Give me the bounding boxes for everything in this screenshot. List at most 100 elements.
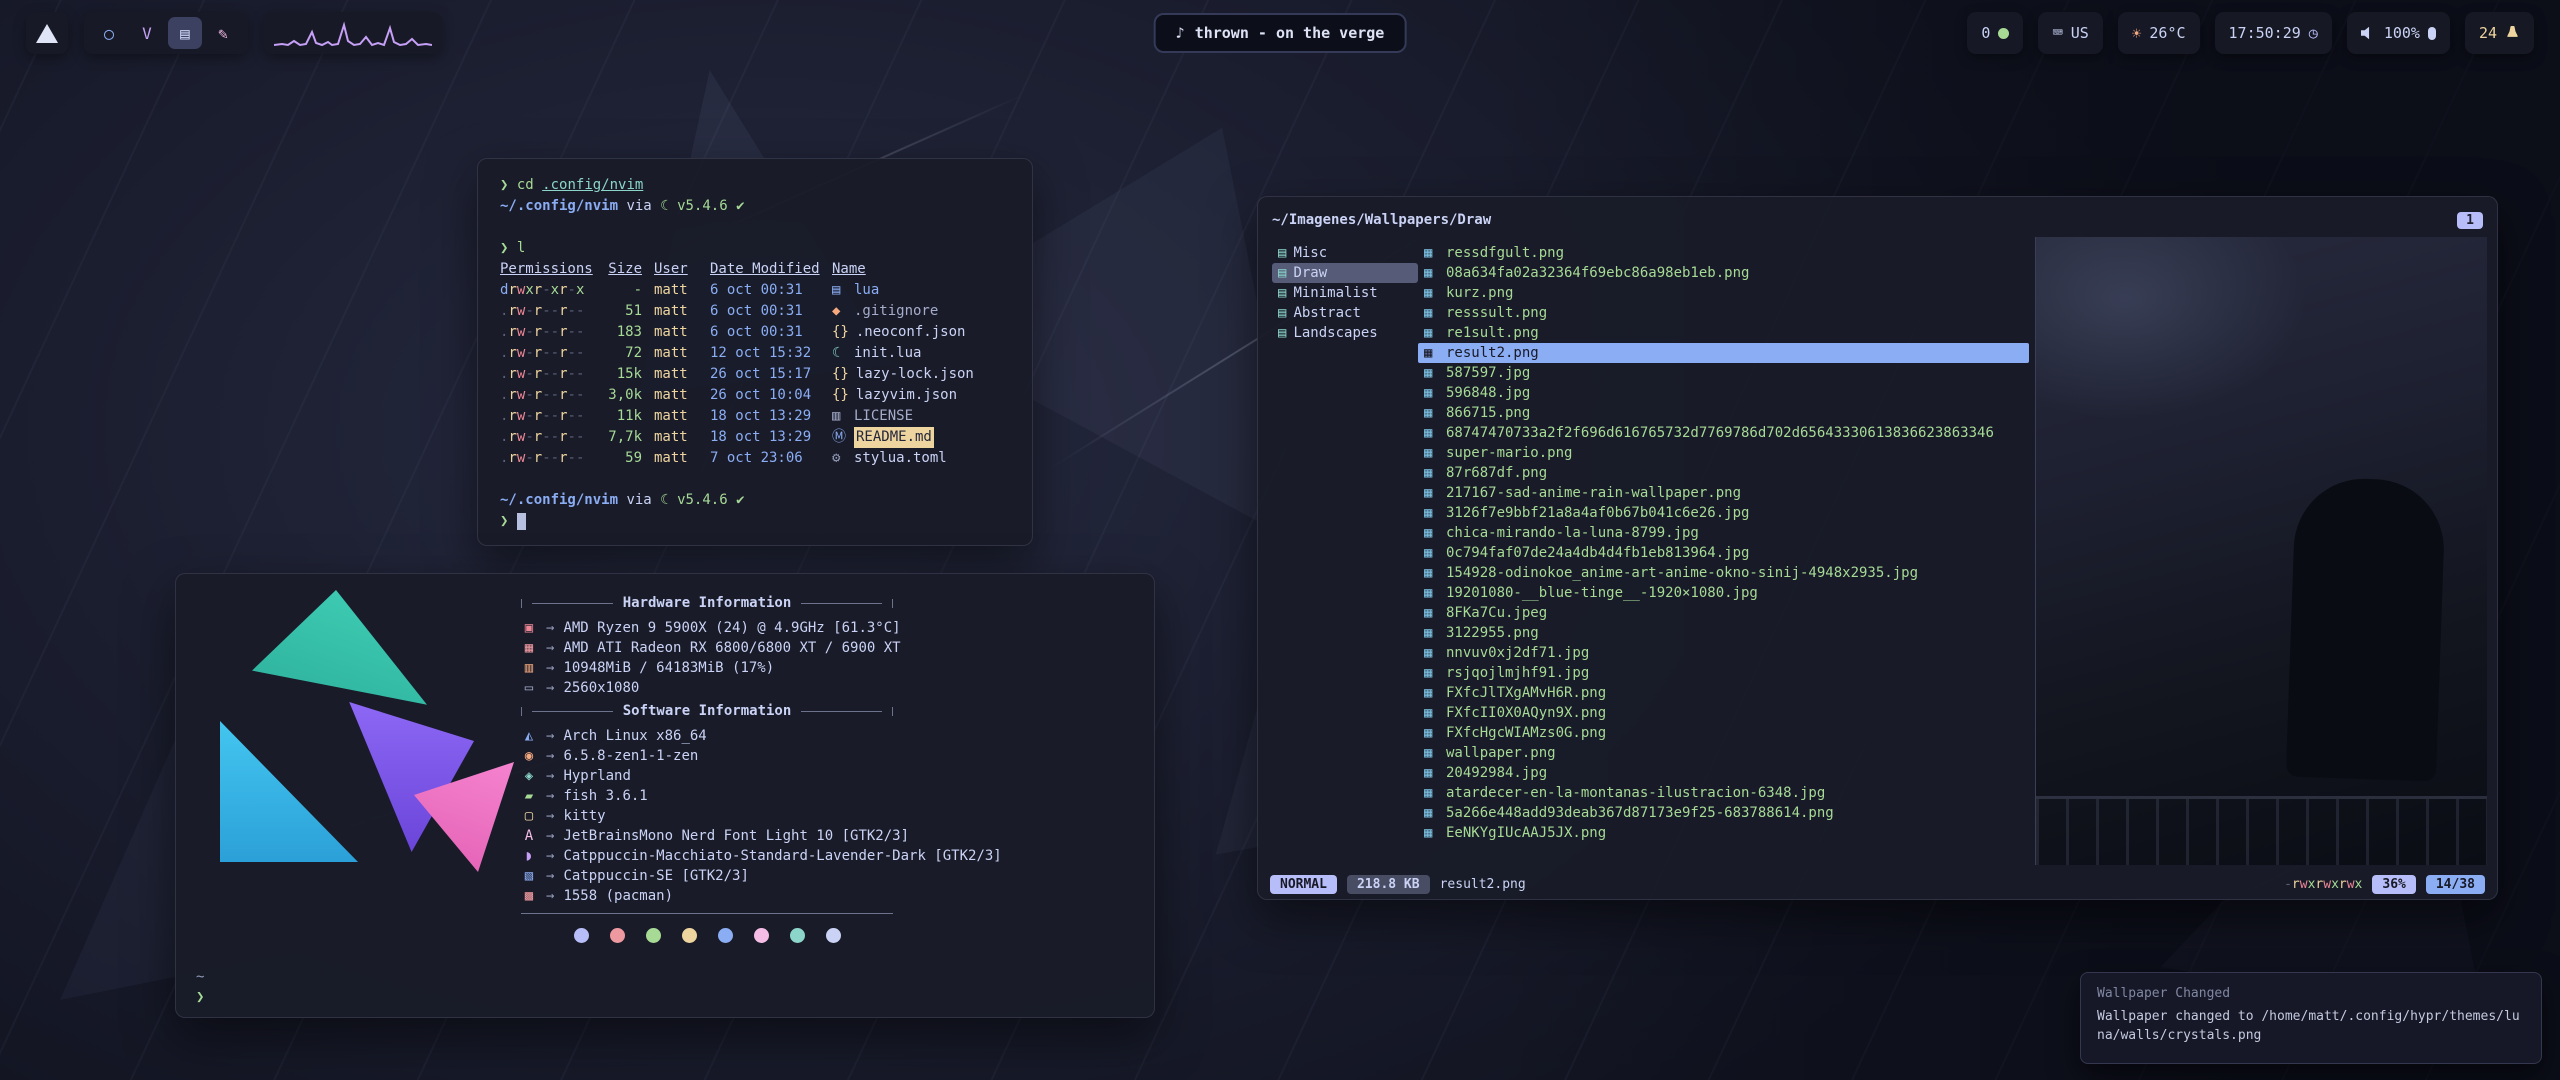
file-row[interactable]: ▦ FXfcHgcWIAMzs0G.png	[1418, 723, 2029, 743]
notifications-widget[interactable]: 24	[2465, 12, 2534, 54]
file-name: README.md	[854, 427, 934, 448]
file-type-icon: ⚙	[832, 448, 847, 469]
file-entry-row: .rw-r--r-- 15k matt 26 oct 15:17 {} lazy…	[500, 364, 1010, 385]
system-info-panel: Hardware Information ▣ → AMD Ryzen 9 590…	[521, 590, 1133, 943]
file-owner: matt	[654, 343, 698, 364]
workspace-button[interactable]: ▤	[168, 17, 202, 49]
file-row[interactable]: ▦ result2.png	[1418, 343, 2029, 363]
file-name: kurz.png	[1446, 285, 1513, 301]
hardware-icon: ▭	[521, 678, 537, 698]
file-row[interactable]: ▦ 866715.png	[1418, 403, 2029, 423]
rule	[801, 603, 882, 604]
file-row[interactable]: ▦ re1sult.png	[1418, 323, 2029, 343]
col-name: Name	[832, 259, 1010, 280]
file-name: lazyvim.json	[856, 385, 957, 406]
rule	[532, 603, 613, 604]
file-row[interactable]: ▦ 87r687df.png	[1418, 463, 2029, 483]
file-row[interactable]: ▦ kurz.png	[1418, 283, 2029, 303]
file-name: ressdfgult.png	[1446, 245, 1564, 261]
sidebar-folder-item[interactable]: ▤ Landscapes	[1272, 323, 1418, 343]
file-row[interactable]: ▦ 08a634fa02a32364f69ebc86a98eb1eb.png	[1418, 263, 2029, 283]
hardware-icon: ▣	[521, 618, 537, 638]
file-row[interactable]: ▦ 0c794faf07de24a4db4d4fb1eb813964.jpg	[1418, 543, 2029, 563]
image-file-icon: ▦	[1424, 705, 1439, 721]
file-row[interactable]: ▦ 68747470733a2f2f696d616765732d7769786d…	[1418, 423, 2029, 443]
file-name: EeNKYgIUcAAJ5JX.png	[1446, 825, 1606, 841]
file-row[interactable]: ▦ chica-mirando-la-luna-8799.jpg	[1418, 523, 2029, 543]
col-user: User	[654, 259, 698, 280]
check-icon: ✔	[736, 492, 744, 508]
app-launcher-button[interactable]	[26, 12, 68, 54]
file-owner: matt	[654, 385, 698, 406]
file-name: init.lua	[854, 343, 921, 364]
folder-name: Minimalist	[1293, 285, 1377, 301]
image-file-icon: ▦	[1424, 825, 1439, 841]
file-row[interactable]: ▦ 3126f7e9bbf21a8a4af0b67b041c6e26.jpg	[1418, 503, 2029, 523]
file-row[interactable]: ▦ 3122955.png	[1418, 623, 2029, 643]
file-row[interactable]: ▦ FXfcII0X0AQyn9X.png	[1418, 703, 2029, 723]
workspace-button[interactable]: V	[130, 17, 164, 49]
file-row[interactable]: ▦ 5a266e448add93deab367d87173e9f25-68378…	[1418, 803, 2029, 823]
updates-widget[interactable]: 0	[1967, 12, 2023, 54]
system-info-window[interactable]: Hardware Information ▣ → AMD Ryzen 9 590…	[175, 573, 1155, 1018]
bell-icon	[2505, 26, 2520, 41]
file-row[interactable]: ▦ wallpaper.png	[1418, 743, 2029, 763]
weather-widget[interactable]: ☀ 26°C	[2118, 12, 2200, 54]
workspace-button[interactable]: ✎	[206, 17, 240, 49]
file-row[interactable]: ▦ FXfcJlTXgAMvH6R.png	[1418, 683, 2029, 703]
file-row[interactable]: ▦ 19201080-__blue-tinge__-1920×1080.jpg	[1418, 583, 2029, 603]
info-value: Arch Linux x86_64	[563, 726, 706, 746]
software-icon: ▰	[521, 786, 537, 806]
sidebar-folder-item[interactable]: ▤ Abstract	[1272, 303, 1418, 323]
media-player-widget[interactable]: ♪ thrown - on the verge	[1154, 13, 1407, 53]
file-entry-row: drwxr-xr-x - matt 6 oct 00:31 ▤ lua	[500, 280, 1010, 301]
file-type-icon: {}	[832, 385, 849, 406]
file-row[interactable]: ▦ resssult.png	[1418, 303, 2029, 323]
file-row[interactable]: ▦ 596848.jpg	[1418, 383, 2029, 403]
info-value: 1558 (pacman)	[563, 886, 673, 906]
info-row: ▭ → 2560x1080	[521, 678, 1133, 698]
waveform-graph	[274, 18, 432, 48]
notification-count: 24	[2479, 24, 2497, 42]
file-row[interactable]: ▦ 154928-odinokoe_anime-art-anime-okno-s…	[1418, 563, 2029, 583]
file-name: .gitignore	[854, 301, 938, 322]
active-prompt-line[interactable]: ❯	[500, 511, 1010, 532]
file-row[interactable]: ▦ atardecer-en-la-montanas-ilustracion-6…	[1418, 783, 2029, 803]
file-type-icon: Ⓜ	[832, 427, 847, 448]
file-manager-header: ~/Imagenes/Wallpapers/Draw 1	[1258, 197, 2497, 235]
sidebar-folder-item[interactable]: ▤ Draw	[1272, 263, 1418, 283]
prompt-icon: ❯	[196, 987, 204, 1007]
file-row[interactable]: ▦ 20492984.jpg	[1418, 763, 2029, 783]
file-row[interactable]: ▦ 587597.jpg	[1418, 363, 2029, 383]
file-name: 217167-sad-anime-rain-wallpaper.png	[1446, 485, 1741, 501]
listing-rows: drwxr-xr-x - matt 6 oct 00:31 ▤ lua .rw-…	[500, 280, 1010, 469]
tab-badge[interactable]: 1	[2457, 212, 2483, 229]
volume-widget[interactable]: 100%	[2347, 12, 2450, 54]
file-owner: matt	[654, 301, 698, 322]
file-row[interactable]: ▦ ressdfgult.png	[1418, 243, 2029, 263]
notification-popup[interactable]: Wallpaper Changed Wallpaper changed to /…	[2080, 972, 2542, 1064]
file-type-icon: ▤	[832, 280, 847, 301]
image-file-icon: ▦	[1424, 685, 1439, 701]
sidebar-folder-item[interactable]: ▤ Minimalist	[1272, 283, 1418, 303]
file-row[interactable]: ▦ nnvuv0xj2df71.jpg	[1418, 643, 2029, 663]
file-manager-window[interactable]: ~/Imagenes/Wallpapers/Draw 1 ▤ Misc ▤ Dr…	[1257, 196, 2498, 900]
image-file-icon: ▦	[1424, 485, 1439, 501]
file-row[interactable]: ▦ 217167-sad-anime-rain-wallpaper.png	[1418, 483, 2029, 503]
workspace-icon: ◯	[104, 24, 114, 43]
file-date: 6 oct 00:31	[710, 280, 820, 301]
sidebar-folder-item[interactable]: ▤ Misc	[1272, 243, 1418, 263]
terminal-window[interactable]: ❯ cd .config/nvim ~/.config/nvim via ☾ v…	[477, 158, 1033, 546]
keyboard-layout-widget[interactable]: ⌨ US	[2038, 12, 2102, 54]
clock-widget[interactable]: 17:50:29 ◷	[2215, 12, 2332, 54]
file-row[interactable]: ▦ super-mario.png	[1418, 443, 2029, 463]
file-list: ▦ ressdfgult.png ▦ 08a634fa02a32364f69eb…	[1418, 237, 2029, 865]
audio-visualizer-widget[interactable]	[264, 12, 442, 54]
file-row[interactable]: ▦ EeNKYgIUcAAJ5JX.png	[1418, 823, 2029, 843]
file-row[interactable]: ▦ rsjqojlmjhf91.jpg	[1418, 663, 2029, 683]
workspace-button[interactable]: ◯	[92, 17, 126, 49]
shell-prompt[interactable]: ~ ❯	[196, 967, 204, 1007]
file-date: 18 oct 13:29	[710, 427, 820, 448]
file-row[interactable]: ▦ 8FKa7Cu.jpeg	[1418, 603, 2029, 623]
software-icon: ◉	[521, 746, 537, 766]
